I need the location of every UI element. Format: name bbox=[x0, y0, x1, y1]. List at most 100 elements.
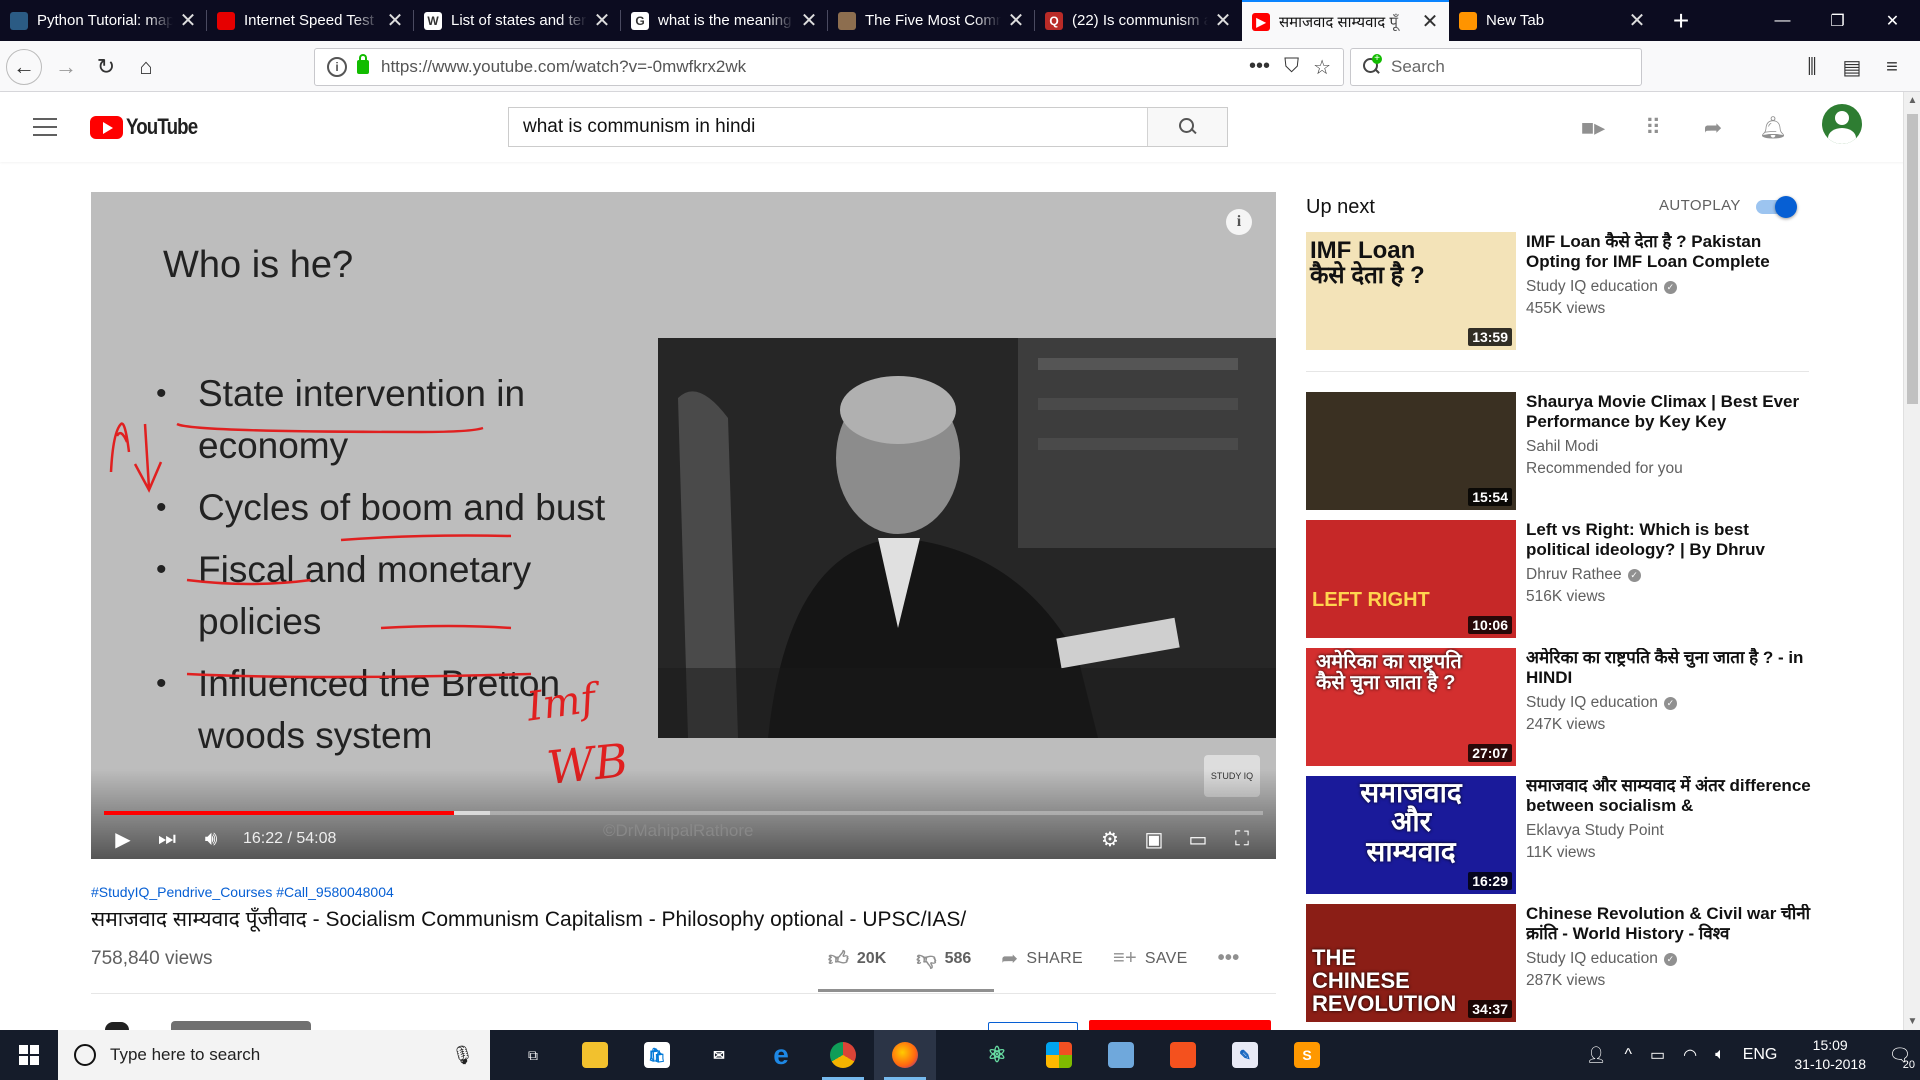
sidebar-toggle-icon[interactable]: ▤ bbox=[1834, 49, 1870, 85]
forward-button[interactable]: → bbox=[48, 49, 84, 85]
close-tab-icon[interactable]: ✕ bbox=[1421, 9, 1439, 34]
wifi-icon[interactable]: ◠ bbox=[1683, 1045, 1697, 1065]
presentation-icon[interactable] bbox=[1152, 1030, 1214, 1080]
page-scrollbar[interactable]: ▲ ▼ bbox=[1903, 92, 1920, 1030]
video-info-icon[interactable]: i bbox=[1226, 209, 1252, 235]
chrome-icon[interactable] bbox=[812, 1030, 874, 1080]
virtualbox-icon[interactable] bbox=[1090, 1030, 1152, 1080]
browser-tab[interactable]: New Tab ✕ bbox=[1449, 0, 1656, 41]
file-explorer-icon[interactable] bbox=[564, 1030, 626, 1080]
document-editor-icon[interactable]: ✎ bbox=[1214, 1030, 1276, 1080]
url-text[interactable]: https://www.youtube.com/watch?v=-0mwfkrx… bbox=[381, 57, 1249, 77]
site-info-icon[interactable]: i bbox=[327, 57, 347, 77]
video-thumbnail[interactable]: LEFT RIGHT 10:06 bbox=[1306, 520, 1516, 638]
video-card-title[interactable]: Left vs Right: Which is best political i… bbox=[1526, 520, 1816, 560]
close-tab-icon[interactable]: ✕ bbox=[179, 8, 197, 33]
save-button[interactable]: ≡+ SAVE bbox=[1113, 947, 1188, 970]
atom-icon[interactable]: ⚛ bbox=[966, 1030, 1028, 1080]
next-video-icon[interactable]: ⏭ bbox=[145, 819, 189, 859]
menu-icon[interactable]: ≡ bbox=[1874, 49, 1910, 85]
library-icon[interactable]: ⫼ bbox=[1794, 49, 1830, 85]
firefox-icon[interactable] bbox=[874, 1030, 936, 1080]
browser-tab[interactable]: Python Tutorial: map ✕ bbox=[0, 0, 207, 41]
close-tab-icon[interactable]: ✕ bbox=[593, 8, 611, 33]
speaker-icon[interactable]: 🔈︎ bbox=[1715, 1046, 1725, 1064]
like-button[interactable]: 👍︎ 20K bbox=[828, 947, 886, 971]
video-card-channel[interactable]: Study IQ education bbox=[1526, 950, 1658, 968]
create-video-icon[interactable]: ■▸ bbox=[1575, 110, 1611, 146]
close-tab-icon[interactable]: ✕ bbox=[1628, 8, 1646, 33]
close-tab-icon[interactable]: ✕ bbox=[800, 8, 818, 33]
video-card-channel[interactable]: Study IQ education bbox=[1526, 694, 1658, 712]
up-next-video-card[interactable]: THE CHINESE REVOLUTION 34:37 Chinese Rev… bbox=[1306, 904, 1816, 1022]
volume-icon[interactable]: 🔊︎ bbox=[189, 819, 233, 859]
youtube-search-input[interactable] bbox=[509, 108, 1147, 146]
messages-icon[interactable]: ➦ bbox=[1695, 110, 1731, 146]
video-player[interactable]: Who is he? State intervention in economy… bbox=[91, 192, 1276, 859]
up-next-video-card[interactable]: IMF Loan कैसे देता है ? 13:59 IMF Loan क… bbox=[1306, 232, 1816, 350]
youtube-logo[interactable]: YouTube bbox=[90, 114, 210, 140]
scroll-down-icon[interactable]: ▼ bbox=[1904, 1013, 1920, 1030]
video-thumbnail[interactable]: 15:54 bbox=[1306, 392, 1516, 510]
seek-bar[interactable] bbox=[104, 811, 1263, 815]
home-button[interactable]: ⌂ bbox=[128, 49, 164, 85]
video-card-channel[interactable]: Dhruv Rathee bbox=[1526, 566, 1622, 584]
autoplay-toggle[interactable] bbox=[1752, 196, 1798, 218]
up-next-video-card[interactable]: समाजवाद और साम्यवाद 16:29 समाजवाद और साम… bbox=[1306, 776, 1816, 894]
url-bar[interactable]: i https://www.youtube.com/watch?v=-0mwfk… bbox=[314, 48, 1344, 86]
taskbar-search[interactable]: Type here to search 🎙︎ bbox=[58, 1030, 490, 1080]
notifications-bell-icon[interactable]: 🔔︎ bbox=[1755, 110, 1791, 146]
close-window-icon[interactable]: ✕ bbox=[1865, 0, 1920, 41]
up-next-video-card[interactable]: 15:54 Shaurya Movie Climax | Best Ever P… bbox=[1306, 392, 1816, 510]
people-icon[interactable]: 👤︎ bbox=[1586, 1045, 1606, 1065]
scroll-up-icon[interactable]: ▲ bbox=[1904, 92, 1920, 109]
reload-button[interactable]: ↻ bbox=[88, 49, 124, 85]
language-indicator[interactable]: ENG bbox=[1743, 1046, 1778, 1064]
office-icon[interactable] bbox=[1028, 1030, 1090, 1080]
channel-name[interactable] bbox=[171, 1021, 311, 1030]
dislike-button[interactable]: 👎︎ 586 bbox=[916, 947, 971, 971]
up-next-video-card[interactable]: अमेरिका का राष्ट्रपति कैसे चुना जाता है … bbox=[1306, 648, 1816, 766]
scrollbar-thumb[interactable] bbox=[1907, 114, 1918, 404]
close-tab-icon[interactable]: ✕ bbox=[386, 8, 404, 33]
action-center-icon[interactable]: 🗨︎ 20 bbox=[1880, 1030, 1920, 1080]
video-card-title[interactable]: IMF Loan कैसे देता है ? Pakistan Opting … bbox=[1526, 232, 1816, 272]
restore-icon[interactable]: ❐ bbox=[1810, 0, 1865, 41]
youtube-search-button[interactable] bbox=[1147, 108, 1227, 146]
video-card-title[interactable]: Shaurya Movie Climax | Best Ever Perform… bbox=[1526, 392, 1816, 432]
task-view-icon[interactable]: ⧉ bbox=[502, 1030, 564, 1080]
video-card-title[interactable]: Chinese Revolution & Civil war चीनी क्रा… bbox=[1526, 904, 1816, 944]
share-button[interactable]: ➦ SHARE bbox=[1001, 946, 1083, 971]
microphone-icon[interactable]: 🎙︎ bbox=[451, 1045, 474, 1066]
video-card-channel[interactable]: Sahil Modi bbox=[1526, 438, 1598, 456]
page-actions-icon[interactable]: ••• bbox=[1249, 55, 1270, 80]
more-actions-icon[interactable]: ••• bbox=[1218, 947, 1248, 970]
browser-tab[interactable]: Gwhat is the meaning ✕ bbox=[621, 0, 828, 41]
minimize-icon[interactable]: — bbox=[1755, 0, 1810, 41]
store-icon[interactable]: 🛍︎ bbox=[626, 1030, 688, 1080]
subscribe-button[interactable] bbox=[1089, 1020, 1271, 1030]
edge-icon[interactable]: e bbox=[750, 1030, 812, 1080]
fullscreen-icon[interactable]: ⛶ bbox=[1220, 819, 1264, 859]
video-thumbnail[interactable]: IMF Loan कैसे देता है ? 13:59 bbox=[1306, 232, 1516, 350]
video-thumbnail[interactable]: अमेरिका का राष्ट्रपति कैसे चुना जाता है … bbox=[1306, 648, 1516, 766]
sublime-text-icon[interactable]: S bbox=[1276, 1030, 1338, 1080]
video-card-channel[interactable]: Eklavya Study Point bbox=[1526, 822, 1664, 840]
browser-search-box[interactable]: + Search bbox=[1350, 48, 1642, 86]
video-hashtags[interactable]: #StudyIQ_Pendrive_Courses #Call_95800480… bbox=[91, 884, 394, 900]
guide-menu-icon[interactable] bbox=[33, 118, 57, 136]
settings-gear-icon[interactable]: ⚙ bbox=[1088, 819, 1132, 859]
video-card-title[interactable]: समाजवाद और साम्यवाद में अंतर difference … bbox=[1526, 776, 1816, 816]
video-card-channel[interactable]: Study IQ education bbox=[1526, 278, 1658, 296]
mail-icon[interactable]: ✉ bbox=[688, 1030, 750, 1080]
channel-avatar[interactable] bbox=[105, 1022, 129, 1030]
start-button[interactable] bbox=[0, 1030, 58, 1080]
browser-tab[interactable]: W List of states and ter ✕ bbox=[414, 0, 621, 41]
browser-tab[interactable]: ▶ समाजवाद साम्यवाद पूँ ✕ bbox=[1242, 0, 1449, 41]
video-thumbnail[interactable]: समाजवाद और साम्यवाद 16:29 bbox=[1306, 776, 1516, 894]
close-tab-icon[interactable]: ✕ bbox=[1214, 8, 1232, 33]
battery-icon[interactable]: ▭ bbox=[1650, 1045, 1665, 1065]
video-card-title[interactable]: अमेरिका का राष्ट्रपति कैसे चुना जाता है … bbox=[1526, 648, 1816, 688]
miniplayer-icon[interactable]: ▣ bbox=[1132, 819, 1176, 859]
apps-grid-icon[interactable]: ⠿ bbox=[1635, 110, 1671, 146]
